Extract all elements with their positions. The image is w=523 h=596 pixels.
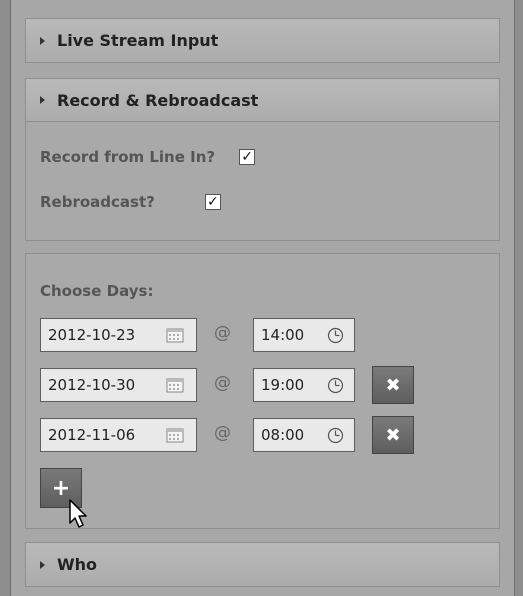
clock-icon[interactable]	[327, 427, 344, 444]
clock-icon[interactable]	[327, 327, 344, 344]
section-title: Who	[57, 555, 98, 574]
at-symbol: @	[214, 373, 231, 393]
section-record-rebroadcast: Record & Rebroadcast Record from Line In…	[25, 78, 500, 241]
section-choose-days: Choose Days: 2012-10-23 @ 14:00 2012-10-…	[25, 253, 500, 529]
section-live-stream-input: Live Stream Input	[25, 18, 500, 63]
rebroadcast-checkbox[interactable]: ✓	[204, 194, 221, 210]
date-field[interactable]: 2012-11-06	[40, 418, 197, 452]
close-icon: ✖	[385, 424, 401, 446]
remove-day-button[interactable]: ✖	[372, 366, 414, 404]
date-value: 2012-11-06	[48, 426, 136, 444]
section-title: Live Stream Input	[57, 31, 219, 50]
time-field[interactable]: 19:00	[253, 368, 355, 402]
time-field[interactable]: 08:00	[253, 418, 355, 452]
date-field[interactable]: 2012-10-30	[40, 368, 197, 402]
expand-triangle-icon	[40, 96, 45, 104]
plus-icon: +	[51, 475, 71, 501]
record-line-in-checkbox[interactable]: ✓	[239, 149, 256, 165]
calendar-icon[interactable]	[166, 378, 184, 393]
date-value: 2012-10-23	[48, 326, 136, 344]
date-field[interactable]: 2012-10-23	[40, 318, 197, 352]
mouse-cursor-icon	[69, 499, 87, 528]
expand-triangle-icon	[40, 36, 45, 45]
rebroadcast-row: Rebroadcast? ✓	[40, 193, 221, 211]
time-field[interactable]: 14:00	[253, 318, 355, 352]
section-who: Who	[25, 542, 500, 587]
expand-triangle-icon	[40, 560, 45, 569]
record-rebroadcast-body: Record from Line In? ✓ Rebroadcast? ✓	[26, 122, 499, 240]
section-title: Record & Rebroadcast	[57, 90, 259, 110]
record-line-in-row: Record from Line In? ✓	[40, 148, 256, 166]
time-value: 14:00	[261, 326, 305, 344]
time-value: 08:00	[261, 426, 305, 444]
clock-icon[interactable]	[327, 377, 344, 394]
close-icon: ✖	[385, 374, 401, 396]
calendar-icon[interactable]	[166, 328, 184, 343]
time-value: 19:00	[261, 376, 305, 394]
choose-days-label: Choose Days:	[40, 282, 154, 300]
right-frame	[514, 0, 523, 596]
remove-day-button[interactable]: ✖	[372, 416, 414, 454]
who-header[interactable]: Who	[26, 543, 499, 586]
at-symbol: @	[214, 423, 231, 443]
date-value: 2012-10-30	[48, 376, 136, 394]
left-frame	[0, 0, 11, 596]
live-stream-input-header[interactable]: Live Stream Input	[26, 19, 499, 62]
calendar-icon[interactable]	[166, 428, 184, 443]
rebroadcast-label: Rebroadcast?	[40, 193, 155, 211]
at-symbol: @	[214, 323, 231, 343]
record-rebroadcast-header[interactable]: Record & Rebroadcast	[26, 79, 499, 122]
record-line-in-label: Record from Line In?	[40, 148, 216, 166]
